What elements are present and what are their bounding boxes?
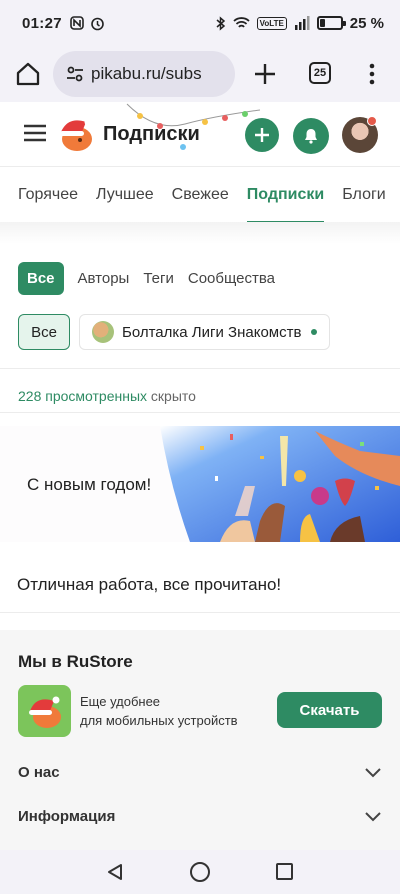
community-chip[interactable]: Болталка Лиги Знакомств — [79, 314, 331, 350]
about-accordion[interactable]: О нас — [18, 764, 382, 781]
browser-menu-icon[interactable] — [364, 60, 380, 88]
nav-shadow — [0, 222, 400, 244]
recent-apps-icon[interactable] — [276, 863, 293, 880]
pikabu-logo[interactable] — [56, 114, 96, 154]
download-button[interactable]: Скачать — [277, 692, 382, 728]
home-icon[interactable] — [14, 60, 42, 88]
battery-icon — [316, 16, 346, 30]
plus-icon — [255, 128, 269, 142]
volte-badge: VoLTE — [256, 16, 287, 30]
subscription-filters: Все Авторы Теги Сообщества — [18, 262, 275, 295]
site-settings-icon[interactable] — [65, 64, 85, 84]
page-title: Подписки — [103, 123, 200, 145]
avatar-notification-dot — [367, 116, 377, 126]
tab-best[interactable]: Лучшее — [96, 167, 154, 222]
bell-icon — [305, 129, 317, 144]
tab-blogs[interactable]: Блоги — [342, 167, 386, 222]
online-dot — [311, 329, 318, 335]
filter-authors[interactable]: Авторы — [78, 262, 130, 295]
nav-tabs: Горячее Лучшее Свежее Подписки Блоги — [0, 166, 400, 222]
filter-communities[interactable]: Сообщества — [188, 262, 275, 295]
app-desc-line1: Еще удобнее — [80, 694, 161, 709]
tab-subscriptions[interactable]: Подписки — [246, 167, 325, 222]
divider — [0, 368, 400, 369]
status-right-icons: VoLTE 25 % — [216, 15, 384, 32]
community-avatar — [92, 321, 114, 343]
divider — [0, 612, 400, 613]
viewed-suffix: скрыто — [147, 388, 196, 404]
filter-tags[interactable]: Теги — [143, 262, 174, 295]
viewed-hidden-note: 228 просмотренных скрыто — [18, 388, 196, 404]
app-description: Еще удобнее для мобильных устройств — [80, 692, 238, 730]
url-text: pikabu.ru/subs — [91, 64, 202, 83]
nfc-icon — [70, 16, 84, 30]
address-bar[interactable]: pikabu.ru/subs — [53, 51, 235, 97]
chevron-down-icon — [365, 811, 381, 821]
all-read-message: Отличная работа, все прочитано! — [17, 575, 282, 594]
tab-fresh[interactable]: Свежее — [172, 167, 229, 222]
status-left-icons — [70, 16, 105, 31]
rustore-title: Мы в RuStore — [18, 652, 133, 671]
app-desc-line2: для мобильных устройств — [80, 713, 238, 728]
viewed-count-link[interactable]: 228 просмотренных — [18, 388, 147, 404]
filter-all[interactable]: Все — [18, 262, 64, 295]
banner-text: С новым годом! — [27, 475, 152, 494]
download-label: Скачать — [299, 701, 360, 719]
divider — [0, 412, 400, 413]
wifi-icon — [233, 17, 250, 28]
new-year-banner[interactable]: С новым годом! — [0, 426, 400, 542]
tab-hot[interactable]: Горячее — [18, 167, 78, 222]
add-post-button[interactable] — [245, 118, 279, 152]
tab-count: 25 — [313, 67, 327, 79]
celebration-illustration — [160, 426, 400, 542]
chip-all[interactable]: Все — [18, 314, 70, 350]
android-nav-bar — [0, 850, 400, 894]
hamburger-menu-icon[interactable] — [24, 124, 46, 142]
back-icon[interactable] — [106, 863, 124, 881]
status-bar: 01:27 VoLTE 25 % — [0, 0, 400, 46]
notifications-button[interactable] — [293, 118, 329, 154]
community-name: Болталка Лиги Знакомств — [122, 323, 302, 341]
home-nav-icon[interactable] — [190, 862, 210, 882]
bluetooth-icon — [216, 15, 225, 31]
rustore-app-icon — [18, 685, 71, 737]
tab-switcher-button[interactable]: 25 — [309, 62, 331, 84]
new-tab-icon[interactable] — [252, 61, 278, 87]
status-time: 01:27 — [22, 14, 62, 32]
info-label: Информация — [18, 808, 116, 825]
alarm-icon — [91, 17, 104, 30]
pikabu-app-icon — [29, 696, 61, 728]
info-accordion[interactable]: Информация — [18, 808, 382, 825]
battery-percent: 25 % — [349, 14, 384, 32]
about-label: О нас — [18, 764, 60, 781]
subscription-chips: Все Болталка Лиги Знакомств — [18, 314, 331, 350]
site-header: Подписки — [0, 102, 400, 166]
signal-icon — [294, 16, 310, 30]
chip-all-label: Все — [31, 323, 57, 341]
footer: Мы в RuStore Еще удобнее для мобильных у… — [0, 630, 400, 850]
chevron-down-icon — [365, 767, 381, 777]
browser-toolbar: pikabu.ru/subs 25 — [0, 46, 400, 102]
